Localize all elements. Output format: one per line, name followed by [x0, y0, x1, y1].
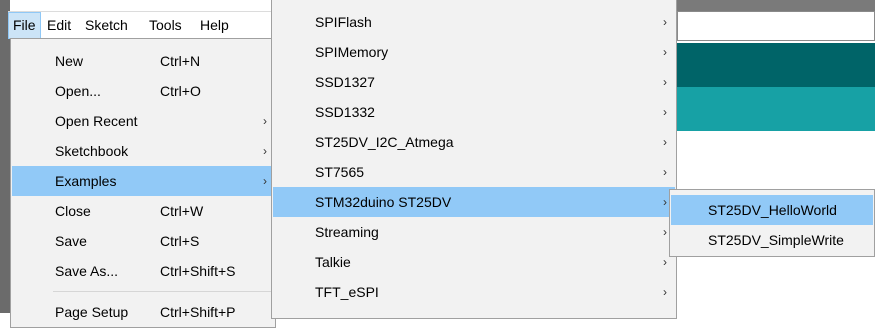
- menu-item-shortcut: Ctrl+O: [160, 83, 201, 99]
- menu-item-st25dv-simplewrite[interactable]: ST25DV_SimpleWrite: [671, 225, 873, 255]
- menu-item-stm32duino-st25dv[interactable]: STM32duino ST25DV ›: [273, 187, 675, 217]
- menu-item-label: SSD1332: [315, 104, 375, 120]
- menu-item-label: ST7565: [315, 164, 365, 180]
- file-menu: New Ctrl+N Open... Ctrl+O Open Recent › …: [10, 38, 276, 328]
- window-left-border: [0, 0, 10, 313]
- chevron-right-icon: ›: [663, 75, 667, 89]
- menu-item-spiflash[interactable]: SPIFlash ›: [273, 7, 675, 37]
- menu-item-ssd1332[interactable]: SSD1332 ›: [273, 97, 675, 127]
- menu-item-label: Examples: [55, 173, 117, 189]
- menu-item-label: New: [55, 53, 84, 69]
- menu-item-open-recent[interactable]: Open Recent ›: [12, 106, 274, 136]
- menu-item-label: Talkie: [315, 254, 351, 270]
- menubar-help[interactable]: Help: [196, 12, 233, 39]
- menu-item-st25dv-helloworld[interactable]: ST25DV_HelloWorld: [671, 195, 873, 225]
- menu-item-label: Sketchbook: [55, 143, 129, 159]
- chevron-right-icon: ›: [663, 45, 667, 59]
- chevron-right-icon: ›: [663, 15, 667, 29]
- menu-item-label: SPIMemory: [315, 44, 389, 60]
- menu-item-label: SSD1327: [315, 74, 375, 90]
- menu-item-page-setup[interactable]: Page Setup Ctrl+Shift+P: [12, 297, 274, 327]
- menu-item-label: TFT_eSPI: [315, 284, 379, 300]
- menu-item-spimemory[interactable]: SPIMemory ›: [273, 37, 675, 67]
- menu-item-new[interactable]: New Ctrl+N: [12, 46, 274, 76]
- menu-item-save[interactable]: Save Ctrl+S: [12, 226, 274, 256]
- chevron-right-icon: ›: [663, 225, 667, 239]
- menu-item-label: Save: [55, 233, 87, 249]
- menu-item-label: ST25DV_SimpleWrite: [708, 232, 844, 248]
- examples-submenu: SPIFlash › SPIMemory › SSD1327 › SSD1332…: [271, 0, 677, 319]
- st25dv-submenu: ST25DV_HelloWorld ST25DV_SimpleWrite: [669, 189, 875, 257]
- chevron-right-icon: ›: [263, 114, 267, 128]
- menubar-file[interactable]: File: [8, 12, 41, 39]
- menu-item-close[interactable]: Close Ctrl+W: [12, 196, 274, 226]
- menu-item-streaming[interactable]: Streaming ›: [273, 217, 675, 247]
- menu-item-label: Open...: [55, 83, 101, 99]
- menu-item-shortcut: Ctrl+Shift+P: [160, 304, 236, 320]
- chevron-right-icon: ›: [263, 144, 267, 158]
- menu-item-open[interactable]: Open... Ctrl+O: [12, 76, 274, 106]
- menu-item-shortcut: Ctrl+N: [160, 53, 201, 69]
- menubar: File Edit Sketch Tools Help: [8, 11, 276, 39]
- chevron-right-icon: ›: [663, 165, 667, 179]
- chevron-right-icon: ›: [663, 105, 667, 119]
- menu-item-label: STM32duino ST25DV: [315, 194, 452, 210]
- chevron-right-icon: ›: [663, 255, 667, 269]
- menu-separator: [53, 291, 271, 292]
- chevron-right-icon: ›: [663, 135, 667, 149]
- menubar-tools[interactable]: Tools: [145, 12, 186, 39]
- window-top-border: [676, 0, 875, 11]
- menu-item-ssd1327[interactable]: SSD1327 ›: [273, 67, 675, 97]
- menu-item-label: Save As...: [55, 263, 119, 279]
- menu-item-save-as[interactable]: Save As... Ctrl+Shift+S: [12, 256, 274, 286]
- menu-item-st25dv-i2c-atmega[interactable]: ST25DV_I2C_Atmega ›: [273, 127, 675, 157]
- menu-item-talkie[interactable]: Talkie ›: [273, 247, 675, 277]
- editor-toolbar-field: [677, 11, 875, 41]
- menu-item-label: Page Setup: [55, 304, 129, 320]
- menu-item-shortcut: Ctrl+S: [160, 233, 200, 249]
- chevron-right-icon: ›: [663, 285, 667, 299]
- menu-item-examples[interactable]: Examples ›: [12, 166, 274, 196]
- menu-item-label: ST25DV_I2C_Atmega: [315, 134, 454, 150]
- chevron-right-icon: ›: [263, 174, 267, 188]
- menu-item-label: ST25DV_HelloWorld: [708, 202, 837, 218]
- menu-item-label: Close: [55, 203, 91, 219]
- menubar-edit[interactable]: Edit: [43, 12, 75, 39]
- editor-toolbar: [676, 43, 875, 87]
- menubar-sketch[interactable]: Sketch: [81, 12, 132, 39]
- menu-item-shortcut: Ctrl+W: [160, 203, 204, 219]
- menu-item-label: Open Recent: [55, 113, 138, 129]
- menu-item-sketchbook[interactable]: Sketchbook ›: [12, 136, 274, 166]
- chevron-right-icon: ›: [663, 195, 667, 209]
- menu-item-tft-espi[interactable]: TFT_eSPI ›: [273, 277, 675, 307]
- menu-item-st7565[interactable]: ST7565 ›: [273, 157, 675, 187]
- menu-item-label: Streaming: [315, 224, 379, 240]
- menu-item-label: SPIFlash: [315, 14, 372, 30]
- editor-tab-bar: [676, 87, 875, 131]
- menu-item-shortcut: Ctrl+Shift+S: [160, 263, 236, 279]
